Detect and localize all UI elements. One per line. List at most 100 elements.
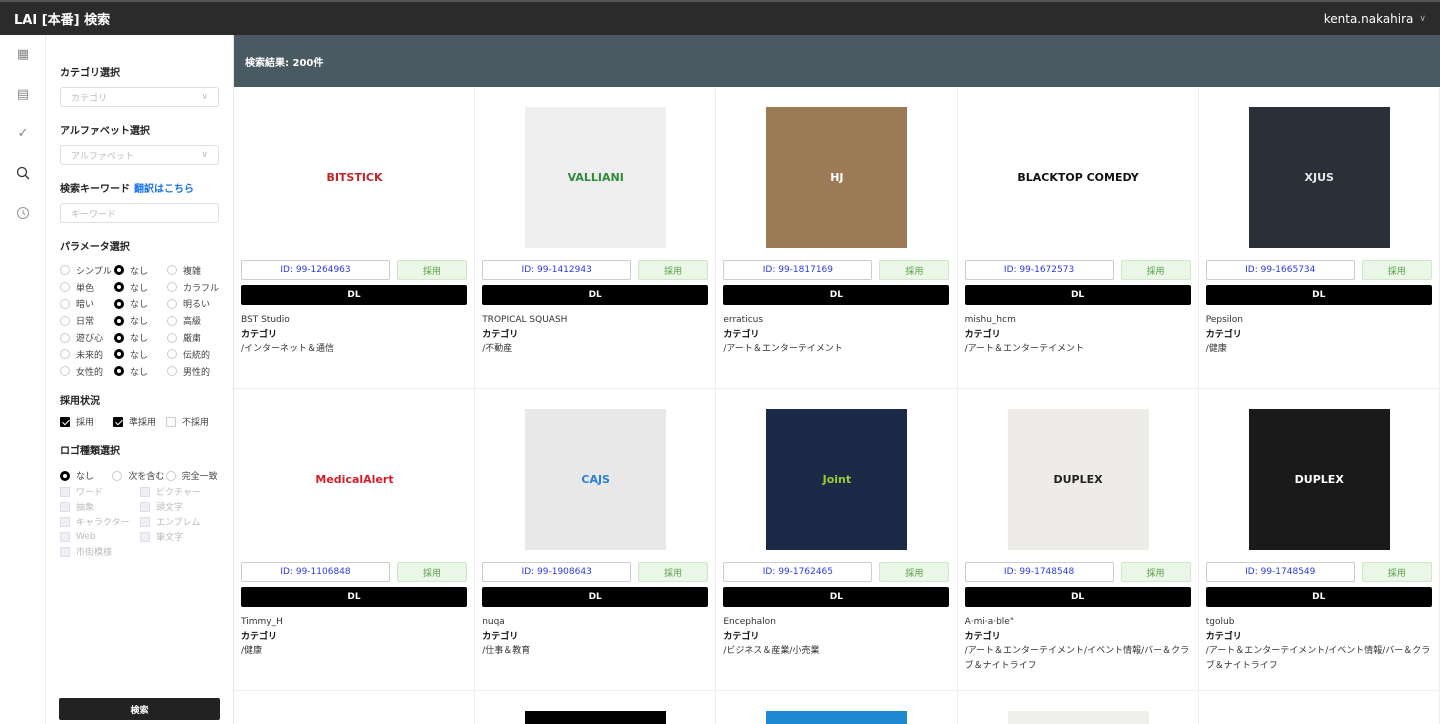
param-mid-radio[interactable]: なし — [114, 365, 167, 378]
id-field[interactable]: ID: 99-1748549 — [1205, 562, 1355, 582]
alphabet-select[interactable]: アルファベット ∨ — [60, 145, 219, 165]
id-field[interactable]: ID: 99-1748548 — [964, 562, 1114, 582]
logo-type-checkbox[interactable]: 筆文字 — [140, 529, 220, 544]
adopt-button[interactable]: 採用 — [1361, 260, 1432, 280]
logo-type-checkbox[interactable]: 頭文字 — [140, 499, 220, 514]
adopt-button[interactable]: 採用 — [638, 260, 709, 280]
param-left-radio[interactable]: 女性的 — [60, 365, 114, 378]
clock-icon[interactable] — [15, 206, 31, 222]
logo-mode-radio[interactable]: 完全一致 — [165, 469, 219, 482]
adopt-button[interactable]: 採用 — [397, 260, 467, 280]
param-right-radio[interactable]: 高級 — [167, 314, 201, 327]
id-field[interactable]: ID: 99-1412943 — [482, 260, 632, 280]
logo-mode-radio[interactable]: 次を含む — [112, 469, 165, 482]
adopt-button[interactable]: 採用 — [1120, 260, 1191, 280]
logo-thumbnail[interactable] — [766, 711, 908, 724]
adopt-button[interactable]: 採用 — [1120, 562, 1191, 582]
adopt-button[interactable]: 採用 — [879, 562, 950, 582]
logo-thumbnail[interactable]: BLACKTOP COMEDY — [1007, 107, 1149, 248]
id-field[interactable]: ID: 99-1106848 — [241, 562, 390, 582]
list-icon[interactable]: ▤ — [15, 87, 31, 103]
id-field[interactable]: ID: 99-1264963 — [241, 260, 390, 280]
param-right-radio[interactable]: 伝統的 — [167, 348, 210, 361]
logo-thumbnail[interactable]: CAJS — [525, 409, 667, 550]
param-right-radio[interactable]: カラフル — [167, 281, 219, 294]
adopt-button[interactable]: 採用 — [1361, 562, 1432, 582]
param-left-radio[interactable]: 日常 — [60, 314, 114, 327]
param-mid-radio[interactable]: なし — [114, 314, 167, 327]
logo-thumbnail[interactable]: Joint — [766, 409, 908, 550]
logo-type-checkbox[interactable]: ワード — [60, 484, 140, 499]
logo-type-checkbox[interactable]: キャラクター — [60, 514, 140, 529]
search-button[interactable]: 検索 — [59, 698, 220, 720]
logo-thumbnail[interactable] — [1248, 711, 1390, 724]
download-button[interactable]: DL — [241, 285, 467, 305]
results-grid: BITSTICK ID: 99-1264963 採用 DL BST Studio… — [234, 87, 1440, 724]
status-checkbox[interactable]: 採用 — [60, 415, 113, 428]
logo-thumbnail[interactable]: HJ — [766, 107, 908, 248]
logo-thumbnail[interactable] — [525, 711, 667, 724]
download-button[interactable]: DL — [1205, 285, 1432, 305]
category-heading: カテゴリ — [241, 631, 278, 642]
keyword-input[interactable]: キーワード — [60, 203, 219, 223]
logo-thumbnail[interactable]: DUPLEX — [1248, 409, 1390, 550]
logo-type-checkbox[interactable]: エンブレム — [140, 514, 220, 529]
logo-thumbnail[interactable]: XJUS — [1248, 107, 1390, 248]
id-field[interactable]: ID: 99-1762465 — [723, 562, 873, 582]
param-right-radio[interactable]: 男性的 — [167, 365, 210, 378]
param-left-radio[interactable]: 未来的 — [60, 348, 114, 361]
logo-type-checkbox[interactable]: ピクチャー — [140, 484, 220, 499]
download-button[interactable]: DL — [482, 285, 709, 305]
logo-mode-radio[interactable]: なし — [60, 469, 112, 482]
user-menu[interactable]: kenta.nakahira ∨ — [1324, 12, 1426, 26]
logo-thumbnail[interactable]: MedicalAlert — [284, 409, 425, 550]
download-button[interactable]: DL — [1205, 587, 1432, 607]
category-select[interactable]: カテゴリ ∨ — [60, 87, 219, 107]
param-right-radio[interactable]: 厳粛 — [167, 331, 201, 344]
download-button[interactable]: DL — [964, 285, 1191, 305]
logo-thumbnail[interactable] — [1007, 711, 1149, 724]
param-right-radio[interactable]: 明るい — [167, 297, 210, 310]
param-mid-radio[interactable]: なし — [114, 264, 167, 277]
id-field[interactable]: ID: 99-1908643 — [482, 562, 632, 582]
adopt-button[interactable]: 採用 — [638, 562, 709, 582]
download-button[interactable]: DL — [723, 285, 950, 305]
translate-link[interactable]: 翻訳はこちら — [134, 184, 194, 195]
param-left-radio[interactable]: 遊び心 — [60, 331, 114, 344]
grid-icon[interactable]: ▦ — [15, 47, 31, 63]
checkbox-icon — [166, 416, 176, 427]
param-left-radio[interactable]: シンプル — [60, 264, 114, 277]
check-icon[interactable]: ✓ — [15, 126, 31, 142]
status-label: 採用状況 — [60, 395, 100, 407]
adopt-button[interactable]: 採用 — [397, 562, 467, 582]
logo-thumbnail[interactable]: DUPLEX — [1007, 409, 1149, 550]
param-row: 単色 なし カラフル — [60, 279, 219, 296]
param-mid-radio[interactable]: なし — [114, 348, 167, 361]
result-card: XJUS ID: 99-1665734 採用 DL Pepsilon カテゴリ/健… — [1198, 87, 1440, 389]
param-mid-radio[interactable]: なし — [114, 297, 167, 310]
logo-thumbnail[interactable]: VALLIANI — [525, 107, 667, 248]
download-button[interactable]: DL — [964, 587, 1191, 607]
status-checkbox[interactable]: 準採用 — [113, 415, 166, 428]
param-right-radio[interactable]: 複雑 — [167, 264, 201, 277]
download-button[interactable]: DL — [482, 587, 709, 607]
filter-panel: カテゴリ選択 カテゴリ ∨ アルファベット選択 アルファベット ∨ 検索キーワード翻… — [46, 35, 234, 724]
logo-type-checkbox[interactable]: 抽象 — [60, 499, 140, 514]
logo-thumbnail[interactable] — [284, 711, 425, 724]
id-field[interactable]: ID: 99-1672573 — [964, 260, 1114, 280]
id-field[interactable]: ID: 99-1817169 — [723, 260, 873, 280]
param-mid-radio[interactable]: なし — [114, 331, 167, 344]
search-icon[interactable] — [15, 166, 31, 182]
param-left-radio[interactable]: 単色 — [60, 281, 114, 294]
adopt-button[interactable]: 採用 — [879, 260, 950, 280]
status-checkbox[interactable]: 不採用 — [166, 415, 219, 428]
param-mid-radio[interactable]: なし — [114, 281, 167, 294]
download-button[interactable]: DL — [723, 587, 950, 607]
logo-thumbnail[interactable]: BITSTICK — [284, 107, 425, 248]
download-button[interactable]: DL — [241, 587, 467, 607]
logo-type-checkbox[interactable]: Web — [60, 529, 140, 544]
result-card: DUPLEX ID: 99-1748548 採用 DL A·mi·a·ble" カ… — [957, 389, 1199, 691]
logo-type-checkbox[interactable]: 市街模様 — [60, 544, 140, 559]
param-left-radio[interactable]: 暗い — [60, 297, 114, 310]
id-field[interactable]: ID: 99-1665734 — [1205, 260, 1355, 280]
